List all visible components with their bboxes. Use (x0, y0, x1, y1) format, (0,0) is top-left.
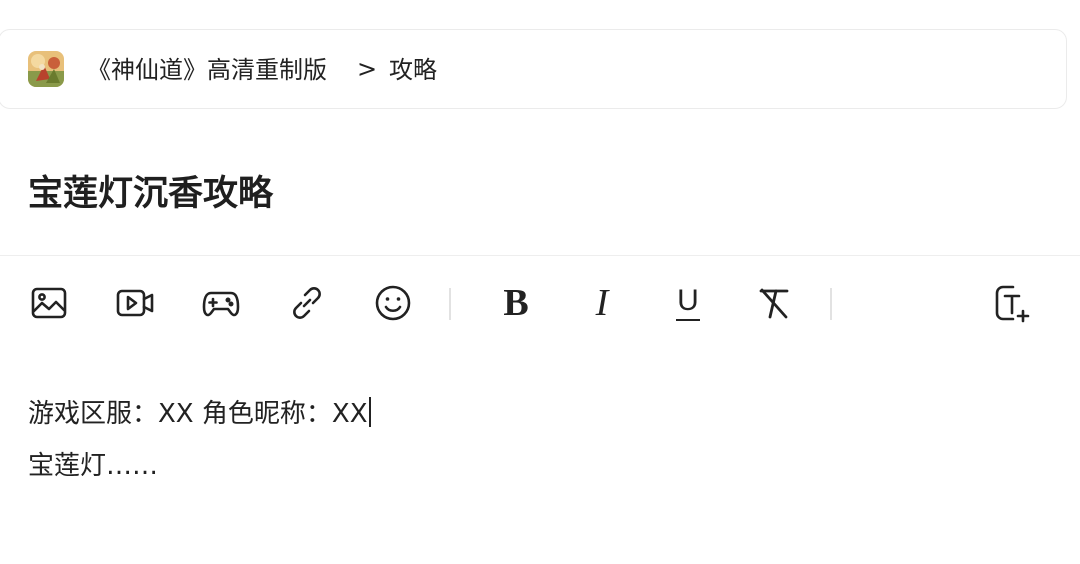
editor-line-1: 游戏区服：XX 角色昵称：XX (28, 399, 368, 429)
breadcrumb: 《神仙道》高清重制版 > 攻略 (0, 29, 1067, 109)
italic-label: I (595, 282, 609, 324)
underline-label: U (677, 283, 699, 317)
editor-line: 游戏区服：XX 角色昵称：XX (28, 388, 1028, 440)
text-caret (368, 397, 371, 427)
editor-line-2: 宝莲灯…… (28, 451, 159, 481)
italic-icon[interactable]: I (579, 280, 625, 326)
bold-icon[interactable]: B (493, 280, 539, 326)
post-title-input[interactable]: 宝莲灯沉香攻略 (28, 172, 273, 216)
bold-label: B (503, 282, 529, 324)
editor-toolbar: B I U (0, 280, 1080, 330)
underline-icon[interactable]: U (665, 280, 711, 326)
clear-format-icon[interactable] (751, 280, 797, 326)
breadcrumb-game-link[interactable]: 《神仙道》高清重制版 (87, 56, 327, 84)
toolbar-separator (449, 288, 451, 320)
divider (0, 255, 1080, 256)
gamepad-icon[interactable] (198, 280, 244, 326)
game-thumbnail[interactable] (28, 51, 64, 87)
chevron-right-icon: > (357, 55, 378, 83)
text-size-icon[interactable] (990, 280, 1036, 326)
post-body-editor[interactable]: 游戏区服：XX 角色昵称：XX 宝莲灯…… (28, 388, 1028, 492)
video-icon[interactable] (112, 280, 158, 326)
emoji-icon[interactable] (370, 280, 416, 326)
image-icon[interactable] (26, 280, 72, 326)
link-icon[interactable] (284, 280, 330, 326)
breadcrumb-current-page[interactable]: 攻略 (389, 56, 437, 84)
toolbar-separator (830, 288, 832, 320)
underline-bar (676, 318, 700, 322)
